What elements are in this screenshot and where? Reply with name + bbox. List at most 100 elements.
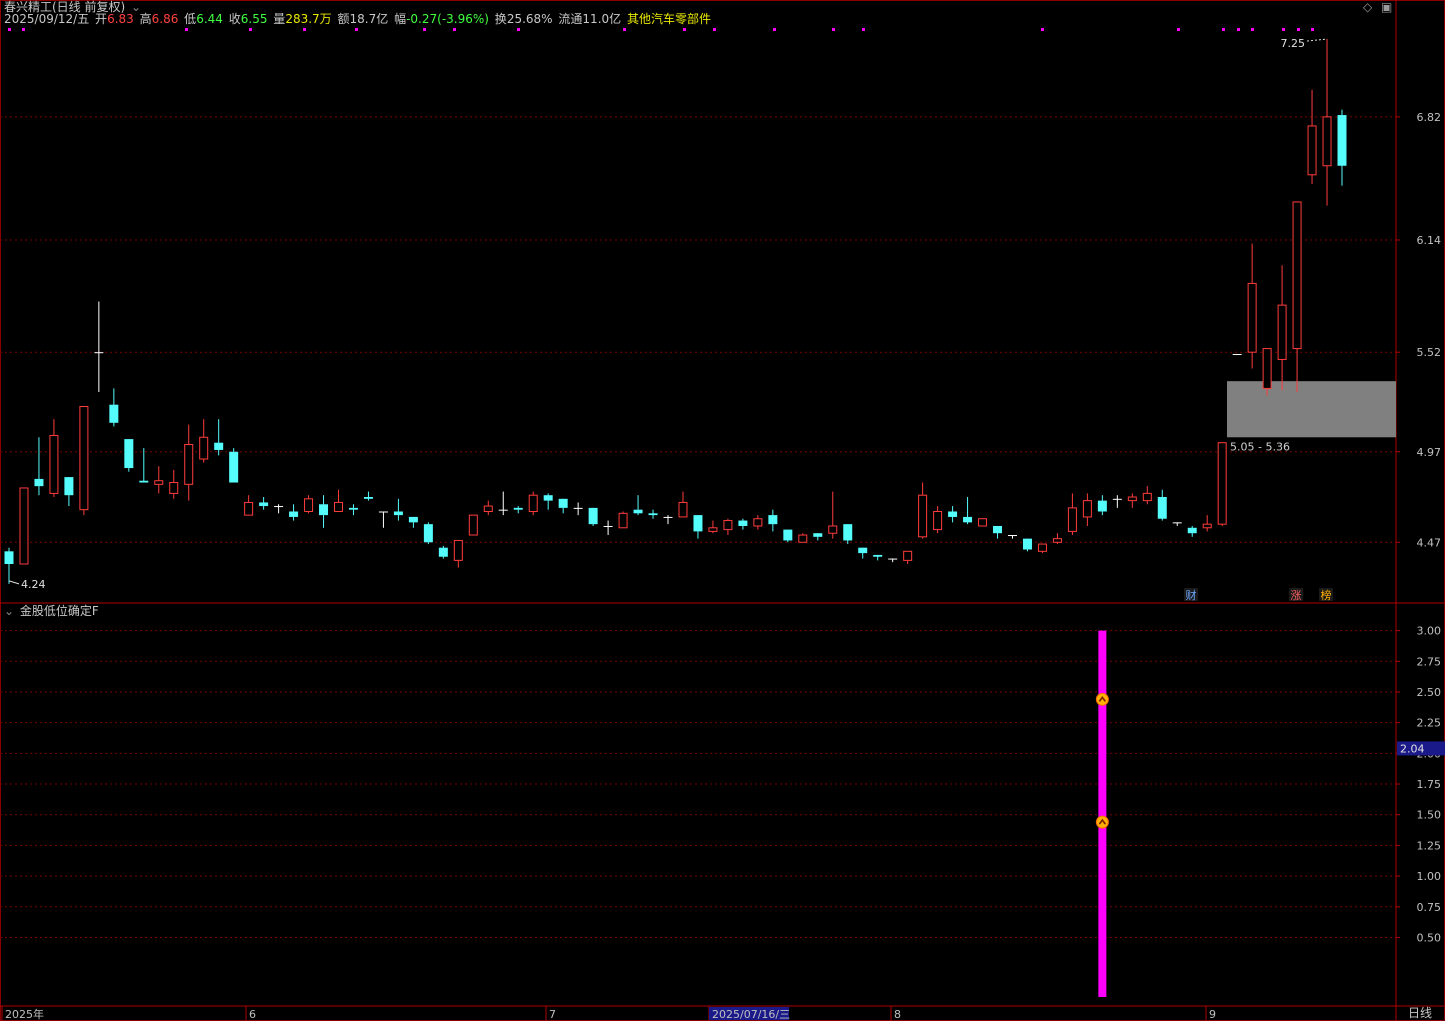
top-signal-dot — [22, 28, 25, 31]
candle-down — [94, 352, 104, 354]
candle-down — [573, 507, 583, 509]
candle-up — [723, 520, 733, 531]
candle-up — [753, 518, 763, 527]
candle-up — [528, 494, 538, 512]
top-signal-dot — [1222, 28, 1225, 31]
candle-down — [4, 551, 14, 564]
candle-down — [408, 516, 418, 523]
signal-marker — [1095, 692, 1109, 706]
top-signal-dot — [249, 28, 252, 31]
candle-down — [109, 404, 119, 423]
indicator-dropdown-icon[interactable]: ⌄ — [4, 604, 14, 618]
quote-date: 2025/09/12/五 — [4, 12, 90, 26]
signal-bar — [1098, 630, 1107, 997]
sector-label[interactable]: 其他汽车零部件 — [627, 12, 711, 26]
candle-up — [1292, 201, 1302, 350]
top-signal-dot — [1297, 28, 1300, 31]
candle-up — [708, 527, 718, 532]
candle-up — [828, 525, 838, 534]
candle-down — [139, 480, 149, 483]
quote-row: 2025/09/12/五 开6.83 高6.86 低6.44 收6.55 量28… — [4, 12, 713, 26]
candle-down — [588, 507, 598, 525]
high-label: 高 — [139, 12, 152, 26]
volume-value: 283.7万 — [285, 12, 332, 26]
candle-down — [558, 498, 568, 508]
marker-badge-label: 涨 — [1291, 589, 1302, 602]
candle-down — [124, 439, 134, 469]
change-value: -0.27(-3.96%) — [406, 12, 489, 26]
time-axis-label: 2025年 — [5, 1007, 44, 1021]
candle-down — [229, 451, 239, 483]
top-signal-dot — [623, 28, 626, 31]
indicator-tick-label: 2.75 — [1417, 655, 1442, 668]
float-label: 流通 — [558, 12, 583, 26]
candle-down — [963, 516, 973, 523]
candle-down — [603, 525, 613, 527]
low-annotation: 4.24 — [21, 578, 46, 591]
price-tick-label: 6.14 — [1417, 234, 1442, 247]
candle-down — [1007, 535, 1017, 537]
float-value: 11.0亿 — [582, 12, 622, 26]
candle-down — [214, 442, 224, 450]
candle-up — [678, 501, 688, 518]
candle-down — [738, 520, 748, 526]
candle-up — [154, 480, 164, 485]
price-tick-label: 6.82 — [1417, 111, 1442, 124]
indicator-tick-label: 0.50 — [1417, 931, 1442, 944]
candle-up — [1262, 348, 1272, 389]
candle-down — [423, 524, 433, 543]
period-label[interactable]: 日线 — [1408, 1006, 1432, 1020]
top-signal-dot — [683, 28, 686, 31]
candle-down — [1112, 498, 1122, 500]
chart-canvas[interactable]: 4.47 4.97 5.52 6.14 6.82 5.05 - 5.36 4.24 7.25 财… — [0, 0, 1445, 1021]
candle-down — [348, 507, 358, 510]
marker-badge-label: 榜 — [1321, 588, 1332, 602]
candle-down — [1157, 497, 1167, 519]
candle-down — [498, 509, 508, 511]
diamond-icon[interactable]: ◇ — [1363, 0, 1372, 14]
top-signal-dot — [453, 28, 456, 31]
time-axis-label: 8 — [894, 1008, 901, 1021]
time-axis-label: 2025/07/16/三 — [712, 1008, 790, 1021]
turnover-value: 25.68% — [506, 12, 553, 26]
top-signal-dot — [8, 28, 11, 31]
candle-down — [993, 525, 1003, 534]
top-signal-dot — [1282, 28, 1285, 31]
candle-up — [1082, 500, 1092, 518]
low-label: 低 — [184, 12, 197, 26]
indicator-name[interactable]: 金股低位确定F — [20, 604, 99, 618]
candle-down — [34, 478, 44, 487]
open-value: 6.83 — [107, 12, 134, 26]
close-icon[interactable]: ▣ — [1381, 0, 1392, 14]
candle-up — [169, 482, 179, 494]
candle-up — [19, 487, 29, 565]
candle-up — [918, 494, 928, 538]
candle-down — [64, 477, 74, 496]
candle-up — [244, 501, 254, 516]
time-axis-label: 6 — [249, 1008, 256, 1021]
candle-down — [319, 504, 329, 516]
turnover-label: 换 — [494, 12, 507, 26]
close-value: 6.55 — [240, 12, 268, 26]
candle-down — [783, 529, 793, 541]
high-annotation: 7.25 — [1281, 37, 1306, 50]
indicator-tick-label: 1.75 — [1417, 778, 1442, 791]
indicator-tick-label: 1.00 — [1417, 870, 1442, 883]
indicator-tick-label: 0.75 — [1417, 901, 1442, 914]
volume-label: 量 — [273, 12, 286, 26]
high-pointer — [1306, 38, 1328, 42]
top-signal-dot — [517, 28, 520, 31]
candle-down — [648, 513, 658, 516]
candle-down — [1097, 500, 1107, 512]
candle-up — [1322, 116, 1332, 167]
price-zone — [1227, 381, 1396, 438]
candle-up — [453, 539, 463, 561]
candle-up — [1217, 442, 1227, 525]
candle-up — [1277, 304, 1287, 360]
candle-up — [184, 444, 194, 485]
marker-badge-label: 财 — [1186, 588, 1197, 602]
candle-down — [948, 511, 958, 517]
candle-up — [49, 434, 59, 494]
candle-up — [468, 514, 478, 536]
top-signal-dot — [1311, 28, 1314, 31]
